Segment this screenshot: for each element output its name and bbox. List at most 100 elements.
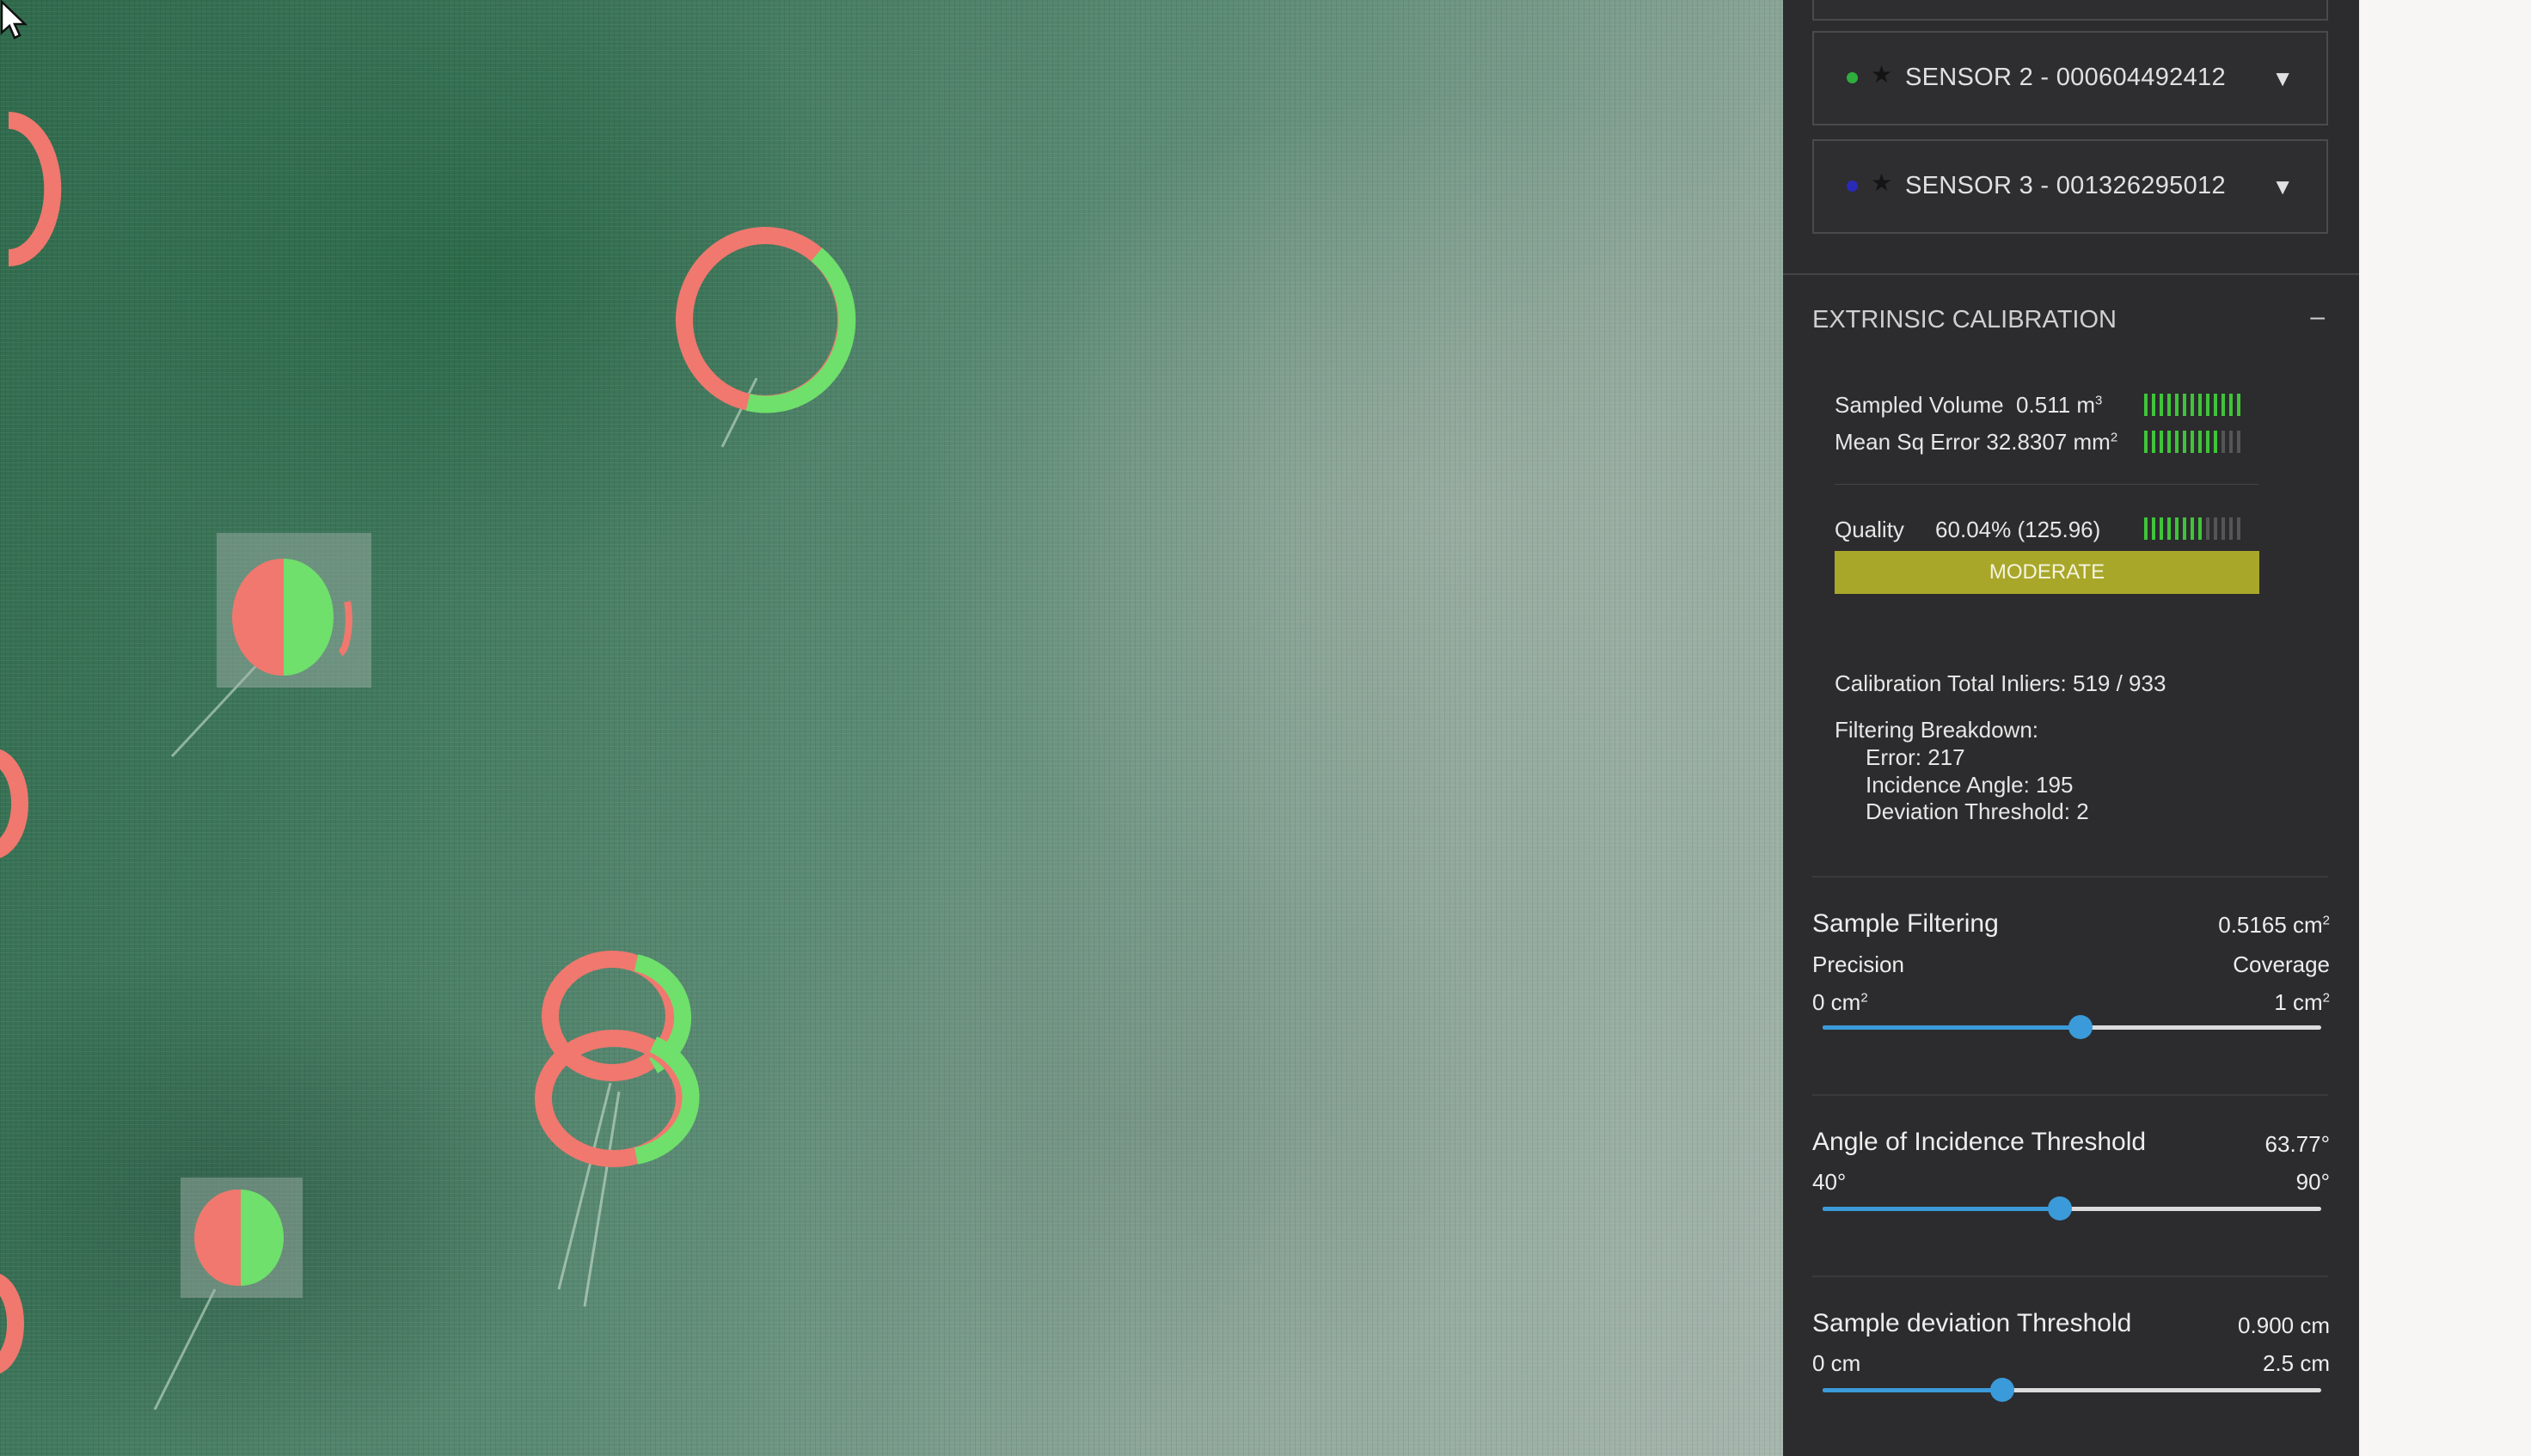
quality-meter [2144,517,2240,540]
slider-min-label: 0 cm2 [1812,989,1868,1015]
sensor-card-3[interactable]: ★ SENSOR 3 - 001326295012 ▼ [1812,139,2328,234]
calibration-panel: ★ SENSOR 2 - 000604492412 ▼ ★ SENSOR 3 -… [1783,0,2359,1456]
divider [1835,484,2259,485]
meter-segment [2152,517,2155,540]
marker-ring-partial [0,749,28,859]
quality-label: Quality 60.04% (125.96) [1835,517,2101,542]
meter-segment [2229,431,2233,453]
meter-segment [2214,517,2217,540]
meter-segment [2222,431,2225,453]
section-divider [1812,1276,2328,1277]
meter-segment [2160,431,2163,453]
marker-ring-double [535,951,700,1167]
marker-ring [676,227,856,413]
marker-disc-selected [217,533,371,688]
deviation-threshold-title: Sample deviation Threshold [1812,1309,2132,1337]
meter-segment [2175,431,2179,453]
meter-segment [2167,517,2171,540]
filtering-breakdown-title: Filtering Breakdown: [1835,717,2038,743]
angle-threshold-value: 63.77° [2264,1131,2330,1157]
meter-segment [2144,431,2148,453]
meter-segment [2214,394,2217,416]
mouse-cursor-icon [0,0,28,40]
meter-segment [2160,517,2163,540]
sensor-status-dot [1847,72,1858,83]
meter-segment [2229,517,2233,540]
collapse-button[interactable]: – [2310,303,2325,332]
mse-label: Mean Sq Error 32.8307 mm2 [1835,429,2118,455]
slider-min-label: 40° [1812,1169,1847,1195]
section-divider [1783,273,2359,275]
sensor-card-2[interactable]: ★ SENSOR 2 - 000604492412 ▼ [1812,31,2328,125]
sample-filtering-slider[interactable] [1823,1015,2321,1039]
marker-ring-partial [0,1274,24,1373]
section-divider [1812,1094,2328,1096]
meter-segment [2191,517,2194,540]
mse-meter [2144,431,2240,453]
meter-segment [2206,517,2209,540]
coverage-label: Coverage [2233,951,2330,977]
sensor-status-dot [1847,180,1858,192]
sensor-card-previous[interactable] [1812,0,2328,21]
sensor-name: SENSOR 2 - 000604492412 [1905,64,2226,91]
marker-disc [181,1178,303,1298]
slider-thumb[interactable] [1989,1378,2014,1402]
meter-segment [2237,394,2240,416]
meter-segment [2229,394,2233,416]
deviation-threshold-slider[interactable] [1823,1378,2321,1402]
section-title-extrinsic: EXTRINSIC CALIBRATION [1812,306,2117,333]
sampled-volume-label: Sampled Volume 0.511 m3 [1835,392,2103,418]
dropdown-arrow-icon[interactable]: ▼ [2271,174,2294,200]
sample-filtering-value: 0.5165 cm2 [2218,912,2330,938]
precision-label: Precision [1812,951,1904,977]
angle-threshold-slider[interactable] [1823,1196,2321,1220]
meter-segment [2160,394,2163,416]
meter-segment [2191,394,2194,416]
meter-segment [2198,394,2202,416]
dropdown-arrow-icon[interactable]: ▼ [2271,65,2294,92]
sample-filtering-title: Sample Filtering [1812,909,1999,938]
deviation-threshold-value: 0.900 cm [2238,1312,2330,1338]
meter-segment [2175,394,2179,416]
calibration-markers [0,112,856,1410]
meter-segment [2206,431,2209,453]
meter-segment [2144,394,2148,416]
meter-segment [2152,394,2155,416]
meter-segment [2167,394,2171,416]
meter-segment [2237,517,2240,540]
slider-max-label: 2.5 cm [2262,1350,2330,1376]
star-icon[interactable]: ★ [1871,168,1892,197]
meter-segment [2222,517,2225,540]
meter-segment [2198,517,2202,540]
meter-segment [2214,431,2217,453]
marker-ring-partial [8,112,62,266]
inliers-text: Calibration Total Inliers: 519 / 933 [1835,670,2166,696]
filtering-error: Error: 217 [1866,744,1965,770]
meter-segment [2175,517,2179,540]
slider-thumb[interactable] [2047,1196,2072,1220]
meter-segment [2198,431,2202,453]
meter-segment [2237,431,2240,453]
ray-line [153,1288,217,1410]
meter-segment [2191,431,2194,453]
sampled-volume-meter [2144,394,2240,416]
star-icon[interactable]: ★ [1871,60,1892,89]
angle-threshold-title: Angle of Incidence Threshold [1812,1128,2147,1156]
meter-segment [2183,394,2186,416]
meter-segment [2183,517,2186,540]
point-cloud-viewport[interactable] [0,0,1783,1456]
window-background [2359,0,2531,1456]
sensor-name: SENSOR 3 - 001326295012 [1905,172,2226,199]
filtering-deviation: Deviation Threshold: 2 [1866,798,2089,824]
slider-max-label: 90° [2295,1169,2330,1195]
meter-segment [2206,394,2209,416]
meter-segment [2183,431,2186,453]
meter-segment [2144,517,2148,540]
filtering-incidence: Incidence Angle: 195 [1866,772,2074,798]
meter-segment [2222,394,2225,416]
slider-max-label: 1 cm2 [2274,989,2330,1015]
meter-segment [2152,431,2155,453]
section-divider [1812,876,2328,878]
slider-thumb[interactable] [2068,1015,2093,1039]
ray-line [583,1091,621,1307]
